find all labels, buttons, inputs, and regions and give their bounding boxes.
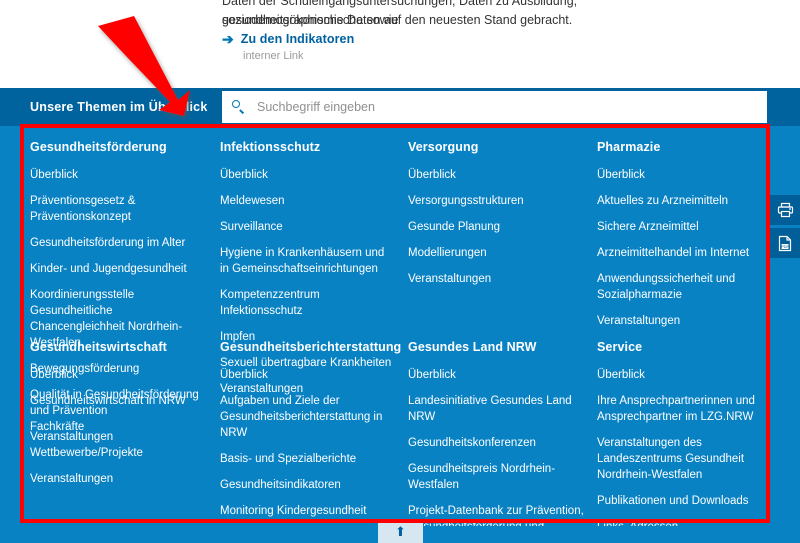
- nav-link[interactable]: Präventionsgesetz & Präventionskonzept: [30, 193, 205, 225]
- nav-link[interactable]: Anwendungssicherheit und Sozialpharmazie: [597, 271, 777, 303]
- nav-link[interactable]: Fachkräfte: [30, 419, 205, 435]
- side-tools-bar: PDF: [770, 195, 800, 258]
- nav-link[interactable]: Projekt-Datenbank zur Prävention, Gesund…: [408, 503, 588, 526]
- nav-link[interactable]: Überblick: [30, 167, 205, 183]
- nav-link[interactable]: Überblick: [597, 367, 777, 383]
- nav-column-versorgung: Versorgung Überblick Versorgungsstruktur…: [408, 140, 588, 297]
- nav-link[interactable]: Überblick: [220, 367, 395, 383]
- nav-link[interactable]: Basis- und Spezialberichte: [220, 451, 395, 467]
- nav-link[interactable]: Versorgungsstrukturen: [408, 193, 588, 209]
- search-box[interactable]: [222, 91, 767, 123]
- themes-header-bar: Unsere Themen im Überblick: [0, 88, 800, 126]
- nav-link[interactable]: Kompetenzzentrum Infektionsschutz: [220, 287, 395, 319]
- nav-link[interactable]: Veranstaltungen: [597, 313, 777, 329]
- nav-link[interactable]: Wettbewerbe/Projekte: [30, 445, 205, 461]
- nav-link[interactable]: Überblick: [220, 167, 395, 183]
- nav-column-title: Gesundheitsberichterstattung: [220, 340, 402, 354]
- nav-link[interactable]: Publikationen und Downloads: [597, 493, 777, 509]
- nav-link[interactable]: Modellierungen: [408, 245, 588, 261]
- svg-text:PDF: PDF: [781, 244, 790, 249]
- print-button[interactable]: [770, 195, 800, 225]
- nav-link[interactable]: Gesunde Planung: [408, 219, 588, 235]
- nav-link[interactable]: Kinder- und Jugendgesundheit: [30, 261, 205, 277]
- nav-link[interactable]: Links, Adressen: [597, 519, 777, 526]
- pdf-button[interactable]: PDF: [770, 228, 800, 258]
- nav-column-service: Service Überblick Ihre Ansprechpartnerin…: [597, 340, 777, 526]
- nav-column-gesundheitsberichterstattung: Gesundheitsberichterstattung Überblick A…: [220, 340, 402, 526]
- search-icon: [232, 100, 246, 114]
- nav-link[interactable]: Hygiene in Krankenhäusern und in Gemeins…: [220, 245, 395, 277]
- nav-column-title: Service: [597, 340, 643, 354]
- article-text-fragment: Daten der Schuleingangsuntersuchungen, D…: [0, 0, 800, 88]
- nav-column-title: Gesundheitsförderung: [30, 140, 167, 154]
- nav-link[interactable]: Landesinitiative Gesundes Land NRW: [408, 393, 588, 425]
- indicator-link-row[interactable]: ➔ Zu den Indikatoren: [222, 32, 354, 46]
- scroll-to-top-button[interactable]: ⬆: [378, 519, 423, 543]
- nav-link[interactable]: Gesundheitsindikatoren: [220, 477, 395, 493]
- arrow-right-icon: ➔: [222, 31, 234, 47]
- article-paragraph-line-2: soziodemographische Daten auf den neuest…: [222, 13, 573, 27]
- nav-link[interactable]: Gesundheitsförderung im Alter: [30, 235, 205, 251]
- nav-link[interactable]: Aufgaben und Ziele der Gesundheitsberich…: [220, 393, 395, 441]
- nav-link[interactable]: Überblick: [30, 367, 205, 383]
- printer-icon: [777, 202, 793, 218]
- indicator-link-label[interactable]: Zu den Indikatoren: [241, 32, 355, 46]
- nav-link[interactable]: Veranstaltungen: [30, 471, 205, 487]
- nav-link[interactable]: Surveillance: [220, 219, 395, 235]
- nav-column-title: Infektionsschutz: [220, 140, 321, 154]
- search-input[interactable]: [255, 99, 719, 115]
- nav-link[interactable]: Aktuelles zu Arzneimitteln: [597, 193, 777, 209]
- nav-link[interactable]: Gesundheitswirtschaft in NRW: [30, 393, 205, 409]
- nav-column-pharmazie: Pharmazie Überblick Aktuelles zu Arzneim…: [597, 140, 777, 339]
- nav-link[interactable]: Überblick: [597, 167, 777, 183]
- indicator-link-sublabel: interner Link: [243, 50, 304, 62]
- nav-link[interactable]: Überblick: [408, 167, 588, 183]
- themes-header-title: Unsere Themen im Überblick: [30, 100, 208, 114]
- nav-link[interactable]: Gesundheitspreis Nordrhein-Westfalen: [408, 461, 588, 493]
- arrow-up-icon: ⬆: [395, 523, 406, 539]
- nav-link[interactable]: Überblick: [408, 367, 588, 383]
- nav-link[interactable]: Sichere Arzneimittel: [597, 219, 777, 235]
- nav-column-title: Gesundes Land NRW: [408, 340, 537, 354]
- themes-mega-menu-panel: Gesundheitsförderung Überblick Präventio…: [0, 126, 800, 526]
- nav-link[interactable]: Monitoring Kindergesundheit: [220, 503, 395, 519]
- nav-column-gesundheitswirtschaft: Gesundheitswirtschaft Überblick Gesundhe…: [30, 340, 205, 497]
- nav-column-title: Gesundheitswirtschaft: [30, 340, 167, 354]
- nav-link[interactable]: Ihre Ansprechpartnerinnen und Ansprechpa…: [597, 393, 777, 425]
- nav-column-title: Versorgung: [408, 140, 479, 154]
- nav-link[interactable]: Veranstaltungen: [408, 271, 588, 287]
- indicator-link-block[interactable]: ➔ Zu den Indikatoren interner Link: [222, 32, 354, 62]
- nav-column-title: Pharmazie: [597, 140, 661, 154]
- nav-link[interactable]: Meldewesen: [220, 193, 395, 209]
- pdf-document-icon: PDF: [778, 235, 792, 251]
- nav-link[interactable]: Gesundheitskonferenzen: [408, 435, 588, 451]
- nav-column-gesundes-land-nrw: Gesundes Land NRW Überblick Landesinitia…: [408, 340, 588, 526]
- nav-link[interactable]: Arzneimittelhandel im Internet: [597, 245, 777, 261]
- nav-link[interactable]: Veranstaltungen des Landeszentrums Gesun…: [597, 435, 777, 483]
